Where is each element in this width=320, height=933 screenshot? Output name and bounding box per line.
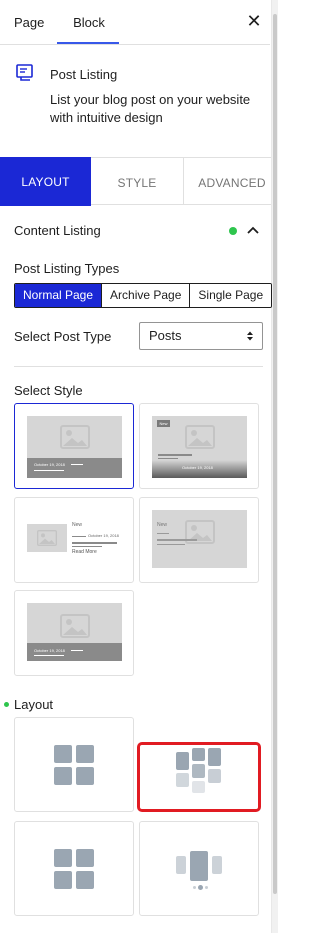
content-listing-header[interactable]: Content Listing xyxy=(14,221,264,241)
thumbnail-line xyxy=(71,650,83,651)
layout-tile xyxy=(192,781,205,793)
layout-tile xyxy=(176,752,189,770)
type-normal-page[interactable]: Normal Page xyxy=(15,284,103,307)
block-description: List your blog post on your website with… xyxy=(50,92,251,125)
layout-tile xyxy=(176,856,186,874)
select-arrows-icon xyxy=(247,331,253,341)
scrollbar[interactable] xyxy=(271,0,278,933)
thumbnail-line xyxy=(157,533,169,534)
active-tab-indicator xyxy=(57,42,119,44)
post-type-select[interactable]: Posts xyxy=(139,322,263,350)
tab-advanced[interactable]: ADVANCED xyxy=(184,158,280,205)
post-listing-type-toggle: Normal Page Archive Page Single Page xyxy=(14,283,273,308)
image-placeholder-icon xyxy=(37,530,57,546)
status-dot xyxy=(229,227,237,235)
style-option-3[interactable]: New October 19, 2018 Read More xyxy=(14,497,134,583)
carousel-dot xyxy=(193,886,196,889)
close-icon[interactable]: ✕ xyxy=(243,10,265,32)
select-post-type-label: Select Post Type xyxy=(14,329,112,344)
thumbnail-line xyxy=(157,539,197,541)
style-option-1[interactable]: October 19, 2018 xyxy=(14,403,134,489)
layout-tile xyxy=(176,773,189,787)
carousel-dot xyxy=(198,885,203,890)
layout-option-grid[interactable] xyxy=(14,717,134,812)
layout-tile xyxy=(190,851,208,881)
post-listing-icon xyxy=(16,64,33,81)
image-placeholder-icon xyxy=(60,614,90,638)
thumbnail-date: October 19, 2018 xyxy=(182,465,213,470)
thumbnail-line xyxy=(71,464,83,465)
layout-label: Layout xyxy=(14,697,54,712)
style-option-4[interactable]: New xyxy=(139,497,259,583)
thumbnail-date: October 19, 2018 xyxy=(88,533,119,538)
tab-style[interactable]: STYLE xyxy=(91,158,184,205)
layout-tile xyxy=(76,871,94,889)
tab-layout[interactable]: LAYOUT xyxy=(0,157,91,206)
type-single-page[interactable]: Single Page xyxy=(190,284,272,307)
thumbnail-date: October 19, 2018 xyxy=(34,648,65,653)
thumbnail-line xyxy=(72,536,86,537)
thumbnail-line xyxy=(157,544,185,545)
thumbnail-caption-bar xyxy=(27,458,122,478)
style-option-5[interactable]: October 19, 2018 xyxy=(14,590,134,676)
layout-tile xyxy=(208,769,221,783)
layout-tile xyxy=(54,849,72,867)
layout-tile xyxy=(208,748,221,766)
section-title: Content Listing xyxy=(14,223,101,238)
block-title: Post Listing xyxy=(50,67,118,82)
layout-option-masonry[interactable] xyxy=(137,742,261,812)
thumbnail-line xyxy=(34,470,64,471)
post-type-value: Posts xyxy=(149,328,182,343)
select-style-label: Select Style xyxy=(14,383,83,398)
layout-tile xyxy=(212,856,222,874)
layout-tile xyxy=(192,764,205,778)
thumbnail-read-more: Read More xyxy=(72,549,97,555)
layout-tile xyxy=(192,748,205,761)
sidebar-tabs: Page Block ✕ xyxy=(0,0,270,45)
status-dot xyxy=(4,702,9,707)
tab-block[interactable]: Block xyxy=(59,0,119,45)
thumbnail-line xyxy=(72,542,117,544)
style-option-2[interactable]: New October 19, 2018 xyxy=(139,403,259,489)
image-placeholder-icon xyxy=(60,425,90,449)
layout-tile xyxy=(54,871,72,889)
carousel-dot xyxy=(205,886,208,889)
layout-option-carousel[interactable] xyxy=(139,821,259,916)
layout-tile xyxy=(76,849,94,867)
image-placeholder-icon xyxy=(185,425,215,449)
thumbnail-badge: New xyxy=(72,522,83,528)
inspector-tabs: LAYOUT STYLE ADVANCED xyxy=(0,157,271,206)
layout-tile xyxy=(54,767,72,785)
post-listing-types-label: Post Listing Types xyxy=(14,261,120,276)
layout-tile xyxy=(76,745,94,763)
layout-option-grid-2[interactable] xyxy=(14,821,134,916)
thumbnail-line xyxy=(34,655,64,656)
layout-tile xyxy=(76,767,94,785)
thumbnail-line xyxy=(158,458,178,459)
thumbnail-line xyxy=(158,454,192,456)
type-archive-page[interactable]: Archive Page xyxy=(102,284,191,307)
divider xyxy=(14,366,263,367)
scrollbar-thumb[interactable] xyxy=(273,14,277,894)
thumbnail-line xyxy=(72,546,102,547)
tab-page[interactable]: Page xyxy=(14,0,44,45)
thumbnail-date: October 19, 2018 xyxy=(34,462,65,467)
thumbnail-badge: New xyxy=(157,420,170,427)
layout-tile xyxy=(54,745,72,763)
chevron-up-icon[interactable] xyxy=(246,223,260,237)
thumbnail-badge: New xyxy=(157,522,168,528)
